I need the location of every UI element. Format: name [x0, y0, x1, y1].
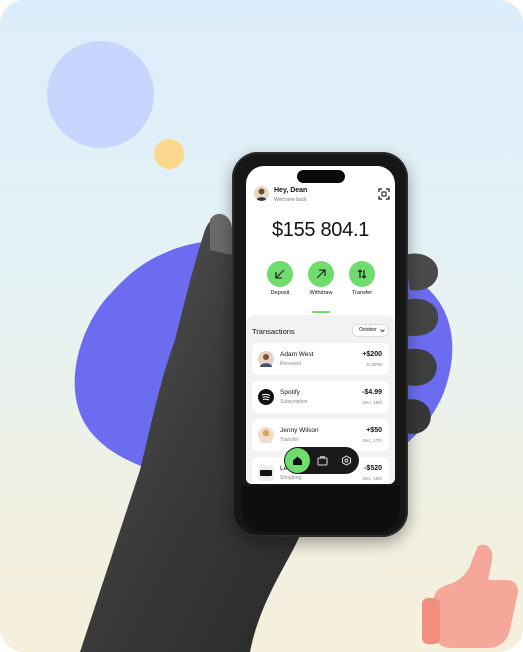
thumbs-up-emoji — [422, 544, 518, 648]
transaction-row[interactable]: Spotify Subscription -$4.99 Dec, 19th — [252, 381, 389, 413]
settings-icon[interactable] — [341, 455, 352, 466]
transaction-time: Dec, 15th — [362, 476, 382, 481]
transaction-type: Received — [280, 361, 301, 367]
transaction-type: Transfer — [280, 437, 299, 443]
month-dropdown[interactable]: October — [352, 324, 389, 337]
transaction-time: 8:25PM — [366, 362, 382, 367]
transaction-row[interactable]: Adam West Received +$200 8:25PM — [252, 343, 389, 375]
bottom-navbar — [284, 447, 359, 474]
transaction-amount: -$520 — [364, 465, 382, 472]
transactions-title: Transactions — [252, 327, 295, 336]
spotify-icon — [258, 389, 274, 405]
transaction-type: Shopping — [280, 475, 302, 481]
transaction-name: Jenny Wilson — [280, 427, 319, 434]
transfer-button[interactable] — [349, 261, 375, 287]
dynamic-island — [297, 170, 345, 183]
scan-icon[interactable] — [378, 188, 390, 200]
transaction-time: Dec, 19th — [362, 400, 382, 405]
month-label: October — [359, 327, 377, 333]
chevron-down-icon — [380, 329, 385, 333]
withdraw-button[interactable] — [308, 261, 334, 287]
levis-logo-icon — [258, 465, 274, 481]
welcome-text: Welcome back — [274, 197, 307, 203]
avatar — [258, 427, 274, 443]
page-indicator — [312, 311, 330, 313]
nav-home-button[interactable] — [285, 448, 310, 473]
transaction-amount: -$4.99 — [362, 389, 382, 396]
transaction-name: Adam West — [280, 351, 314, 358]
phone-screen: Hey, Dean Welcome back $155 804.1 Deposi… — [246, 166, 395, 484]
transaction-time: Dec, 17th — [362, 438, 382, 443]
canvas: Hey, Dean Welcome back $155 804.1 Deposi… — [0, 0, 523, 652]
avatar — [258, 351, 274, 367]
avatar[interactable] — [254, 186, 269, 201]
arrow-down-left-icon — [275, 269, 285, 279]
greeting: Hey, Dean — [274, 187, 308, 194]
deposit-label: Deposit — [270, 290, 290, 296]
home-icon — [293, 456, 302, 465]
transaction-amount: +$200 — [362, 351, 382, 358]
transaction-name: Spotify — [280, 389, 300, 396]
deposit-button[interactable] — [267, 261, 293, 287]
swap-vertical-icon — [357, 269, 367, 279]
transaction-amount: +$50 — [366, 427, 382, 434]
withdraw-label: Withdraw — [309, 290, 333, 296]
wallet-icon[interactable] — [317, 455, 328, 466]
balance-amount: $155 804.1 — [271, 219, 370, 241]
transaction-type: Subscription — [280, 399, 308, 405]
transfer-label: Transfer — [351, 290, 373, 296]
arrow-up-right-icon — [316, 269, 326, 279]
phone-chin — [242, 486, 400, 532]
